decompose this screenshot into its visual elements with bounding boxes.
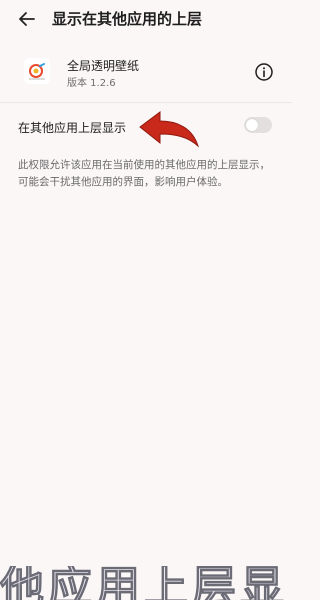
- red-arrow-pointer: [139, 111, 200, 148]
- info-icon[interactable]: [254, 62, 274, 82]
- app-name: 全局透明壁纸: [67, 59, 140, 73]
- back-arrow-icon[interactable]: [14, 6, 40, 32]
- permission-label: 在其他应用上层显示: [18, 121, 127, 135]
- overlay-permission-toggle[interactable]: [244, 117, 272, 133]
- app-icon: [24, 58, 50, 84]
- app-version: 版本 1.2.6: [67, 78, 116, 89]
- section-divider: [0, 102, 292, 103]
- permission-description: 此权限允许该应用在当前使用的其他应用的上层显示，可能会干扰其他应用的界面，影响用…: [18, 159, 270, 188]
- overlay-caption: 他应用上层显: [0, 566, 288, 600]
- top-bar: 显示在其他应用的上层: [0, 0, 292, 40]
- toggle-knob: [246, 119, 258, 131]
- app-info-row: 全局透明壁纸 版本 1.2.6: [0, 44, 292, 100]
- page-title: 显示在其他应用的上层: [52, 10, 203, 28]
